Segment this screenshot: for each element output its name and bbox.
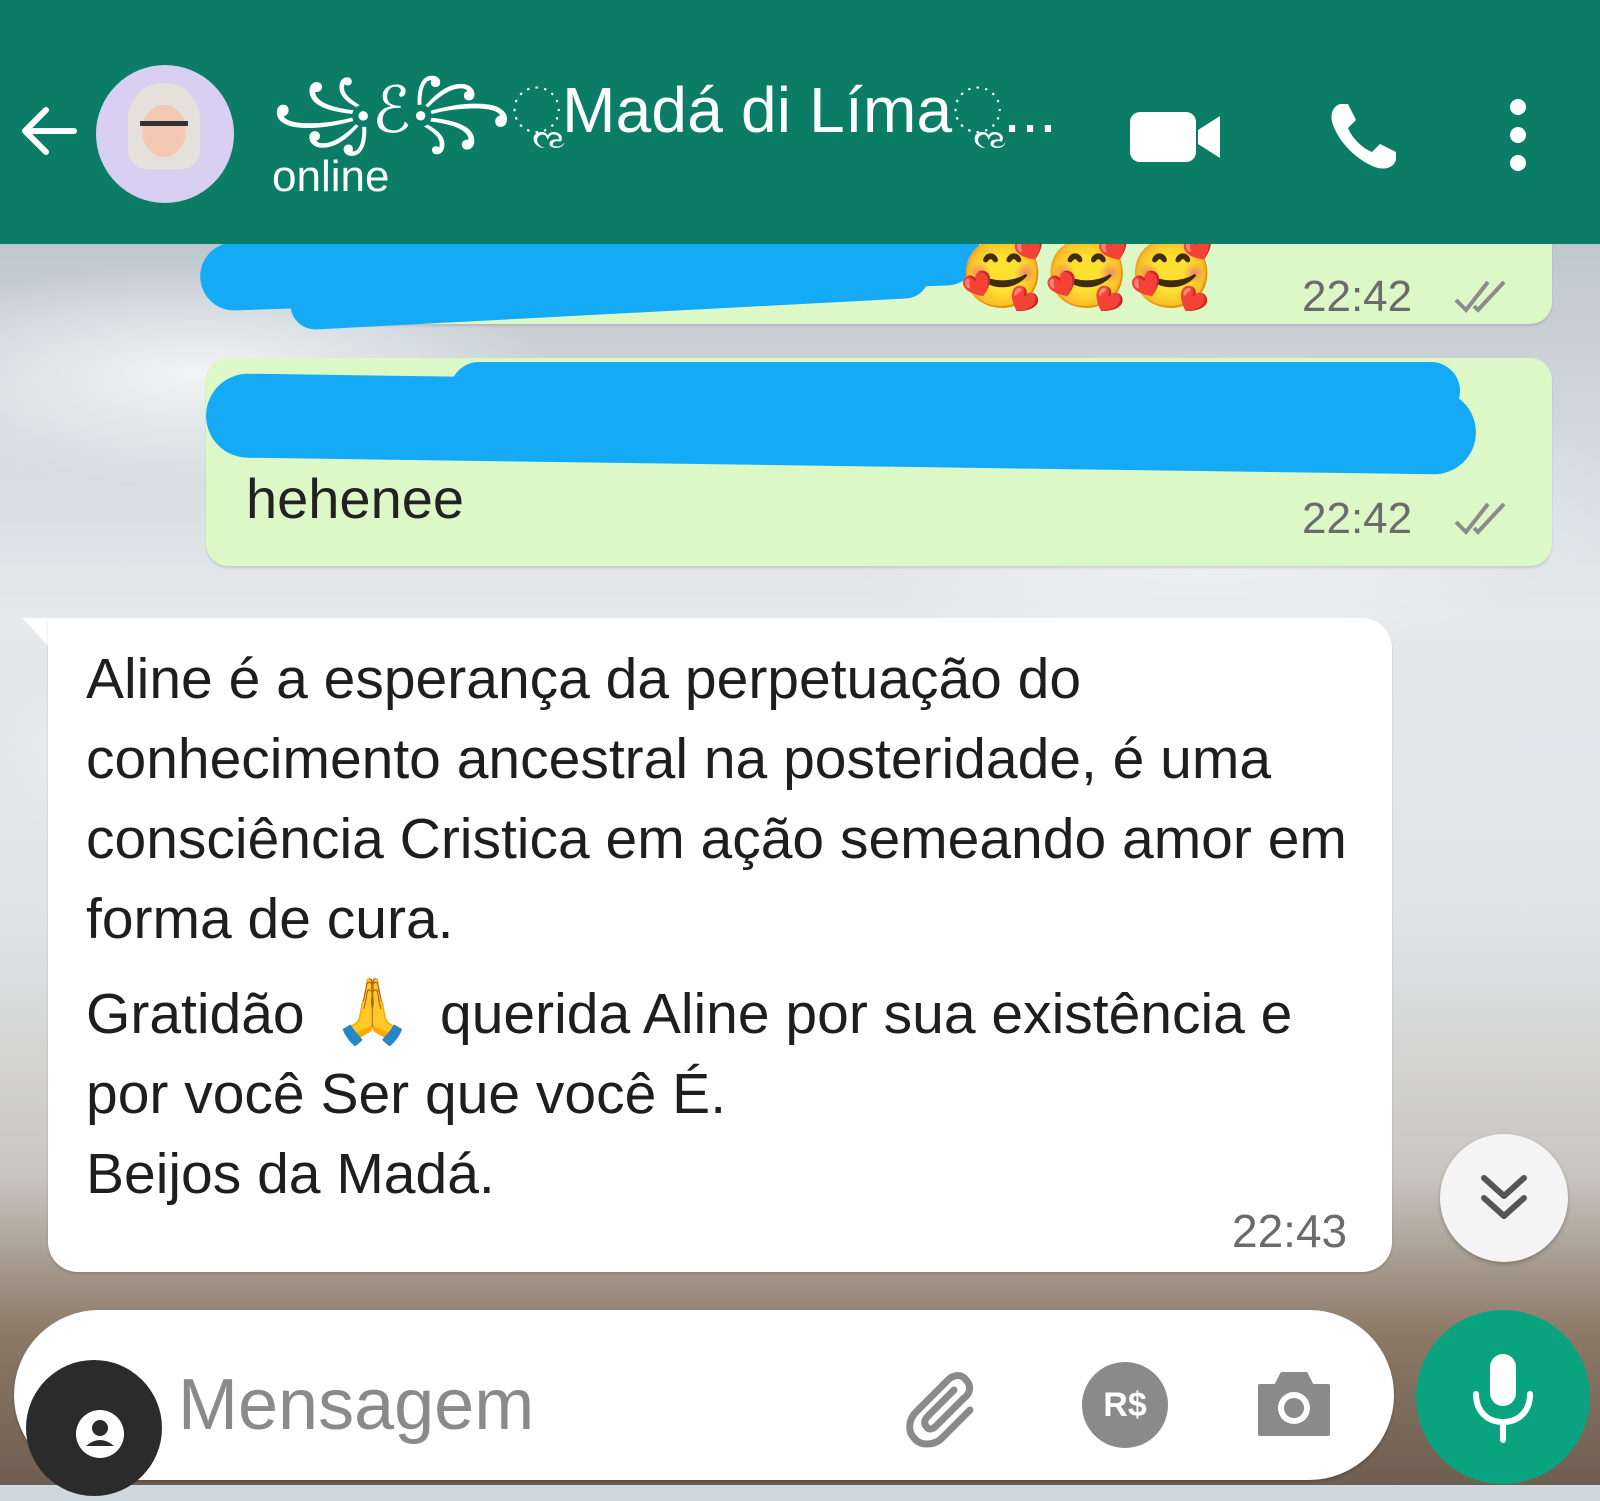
back-arrow-icon[interactable] bbox=[14, 96, 84, 166]
voice-message-button[interactable] bbox=[1416, 1310, 1590, 1484]
message-timestamp: 22:42 bbox=[1302, 272, 1413, 321]
double-check-icon bbox=[1454, 502, 1506, 536]
incoming-message-text: Aline é a esperança da perpetuação do co… bbox=[86, 639, 1366, 1214]
bubble-tail bbox=[22, 618, 50, 648]
emoji-icon bbox=[76, 1410, 124, 1458]
message-timestamp: 22:42 bbox=[1302, 494, 1413, 543]
emoji-button[interactable] bbox=[26, 1360, 162, 1496]
contact-name[interactable]: ꧁ℰ꧂ૢMadá di Límaૢ... bbox=[272, 60, 1057, 191]
more-options-icon[interactable] bbox=[1508, 98, 1528, 172]
message-paragraph: Gratidão 🙏 querida Aline por sua existên… bbox=[86, 971, 1366, 1134]
contact-avatar[interactable] bbox=[96, 65, 234, 203]
payment-label: R$ bbox=[1103, 1385, 1147, 1424]
chat-header: ꧁ℰ꧂ૢMadá di Límaૢ... online bbox=[0, 0, 1600, 244]
message-timestamp: 22:43 bbox=[1232, 1205, 1348, 1257]
praying-hands-emoji: 🙏 bbox=[332, 975, 413, 1047]
camera-icon[interactable] bbox=[1252, 1362, 1336, 1446]
microphone-icon bbox=[1473, 1354, 1533, 1443]
payment-button[interactable]: R$ bbox=[1082, 1362, 1168, 1448]
chat-area[interactable]: 🥰🥰🥰 22:42 hehenee 22:42 Aline é a espera… bbox=[0, 244, 1600, 1485]
double-chevron-down-icon bbox=[1481, 1175, 1527, 1219]
message-text-span: Gratidão bbox=[86, 982, 305, 1046]
message-emojis: 🥰🥰🥰 bbox=[960, 244, 1215, 312]
video-call-icon[interactable] bbox=[1128, 108, 1224, 166]
double-check-icon bbox=[1454, 280, 1506, 314]
message-signoff: Beijos da Madá. bbox=[86, 1142, 495, 1206]
phone-call-icon[interactable] bbox=[1326, 98, 1402, 174]
contact-status: online bbox=[272, 152, 390, 201]
message-input[interactable]: Mensagem bbox=[178, 1364, 534, 1446]
scroll-to-bottom-button[interactable] bbox=[1440, 1134, 1568, 1262]
attach-icon[interactable] bbox=[900, 1366, 990, 1456]
message-paragraph: Aline é a esperança da perpetuação do co… bbox=[86, 647, 1347, 951]
redaction-scribble bbox=[450, 362, 1460, 420]
message-text: hehenee bbox=[246, 467, 465, 530]
